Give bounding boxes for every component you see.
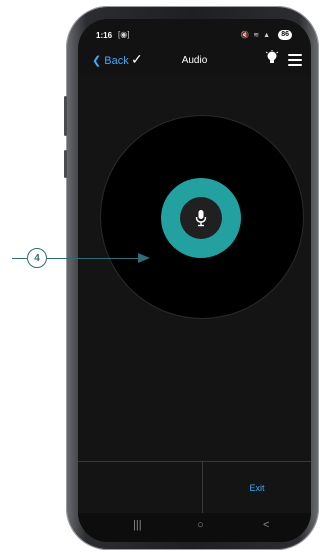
nav-bar: ❮ Back ✓ Audio	[78, 49, 311, 73]
callout-line-left	[12, 258, 27, 259]
status-icons: 🔇 ≋ ▲	[240, 32, 271, 39]
status-bar: 1:16 [◉] 🔇 ≋ ▲ 86	[78, 19, 311, 47]
exit-button[interactable]: Exit	[203, 462, 311, 514]
bottom-action-bar: Exit	[78, 461, 311, 514]
power-button	[64, 150, 67, 178]
microphone-icon	[195, 210, 207, 227]
callout-line-right	[47, 258, 143, 259]
recents-icon[interactable]: |||	[133, 519, 142, 531]
screen-record-icon: [◉]	[118, 30, 130, 39]
microphone-button[interactable]	[180, 197, 222, 239]
back-nav-icon[interactable]: <	[263, 519, 269, 531]
home-icon[interactable]: ○	[197, 519, 204, 531]
battery-badge: 86	[278, 30, 292, 40]
callout-badge: 4	[27, 248, 47, 268]
lightbulb-icon[interactable]	[265, 50, 279, 71]
callout-arrowhead-icon	[138, 253, 150, 263]
volume-button	[64, 96, 67, 136]
hamburger-menu-icon[interactable]	[288, 54, 302, 69]
status-time: 1:16	[96, 31, 113, 40]
phone-screen: 1:16 [◉] 🔇 ≋ ▲ 86 ❮ Back ✓ Audio Exit ||…	[78, 19, 311, 542]
system-nav-bar: ||| ○ <	[78, 513, 311, 542]
